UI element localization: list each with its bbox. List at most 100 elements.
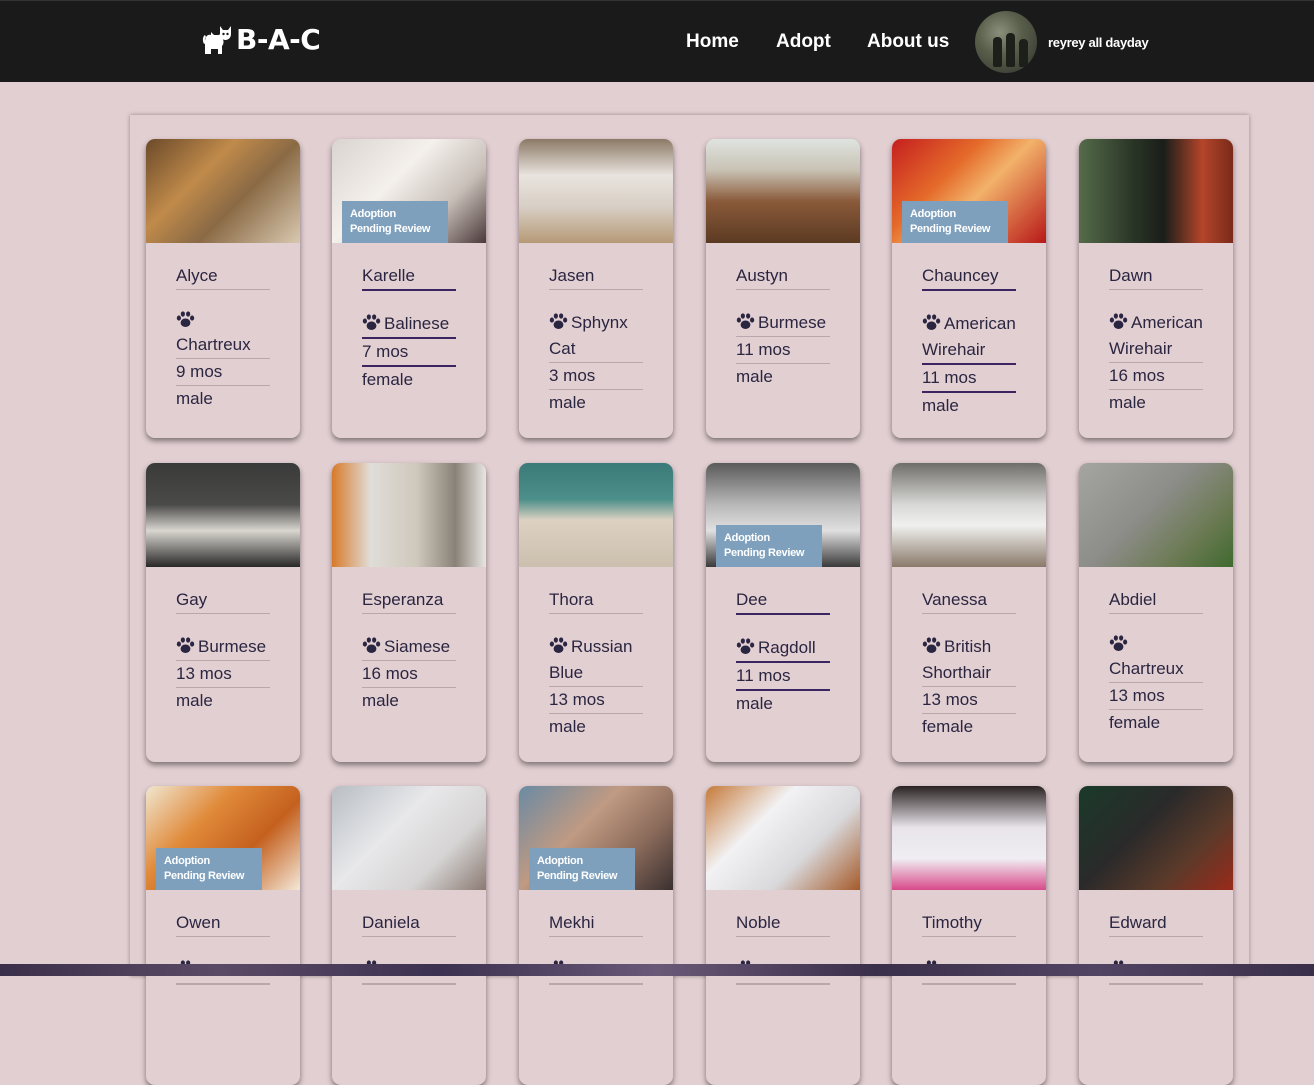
cat-card[interactable]: Edward <box>1079 786 1233 1085</box>
paw-icon <box>736 637 755 655</box>
cat-photo: Adoption Pending Review <box>332 139 486 243</box>
cat-card[interactable]: Daniela <box>332 786 486 1085</box>
cat-age: 16 mos <box>1109 363 1203 390</box>
badge-line-1: Adoption <box>350 208 396 220</box>
cat-age: 11 mos <box>736 337 830 364</box>
cat-name[interactable]: Karelle <box>362 263 456 291</box>
cat-name[interactable]: Alyce <box>176 263 270 290</box>
cat-age <box>549 984 643 985</box>
cat-name[interactable]: Edward <box>1109 910 1203 937</box>
cat-card[interactable]: Abdiel Chartreux 13 mos female <box>1079 463 1233 762</box>
paw-icon <box>922 313 941 331</box>
badge-line-1: Adoption <box>910 208 956 220</box>
cat-info: Gay Burmese 13 mos male <box>176 587 270 714</box>
cat-breed-text: Burmese <box>198 637 267 656</box>
badge-line-2: Pending Review <box>537 870 618 882</box>
cat-card[interactable]: Alyce Chartreux 9 mos male <box>146 139 300 438</box>
cat-card[interactable]: Esperanza Siamese 16 mos male <box>332 463 486 762</box>
cat-age: 13 mos <box>549 687 643 714</box>
cat-name[interactable]: Austyn <box>736 263 830 290</box>
badge-line-2: Pending Review <box>910 223 991 235</box>
adoption-pending-badge: Adoption Pending Review <box>902 201 1008 243</box>
cat-name[interactable]: Vanessa <box>922 587 1016 614</box>
badge-line-2: Pending Review <box>164 870 245 882</box>
cat-age: 13 mos <box>1109 683 1203 710</box>
cat-card[interactable]: Jasen Sphynx Cat 3 mos male <box>519 139 673 438</box>
cat-photo <box>519 139 673 243</box>
cat-sex: female <box>922 717 974 736</box>
nav-adopt-link[interactable]: Adopt <box>776 31 831 53</box>
badge-line-1: Adoption <box>724 532 770 544</box>
cat-sex: male <box>549 393 586 412</box>
cat-photo <box>892 786 1046 890</box>
cat-card[interactable]: Dawn American Wirehair 16 mos male <box>1079 139 1233 438</box>
cat-photo <box>1079 786 1233 890</box>
paw-icon <box>736 312 755 330</box>
cat-name[interactable]: Thora <box>549 587 643 614</box>
cat-photo <box>332 463 486 567</box>
adoption-pending-badge: Adoption Pending Review <box>716 525 822 567</box>
cat-card[interactable]: Vanessa British Shorthair 13 mos female <box>892 463 1046 762</box>
cat-name[interactable]: Gay <box>176 587 270 614</box>
cat-age: 16 mos <box>362 661 456 688</box>
cat-name[interactable]: Esperanza <box>362 587 456 614</box>
cat-age <box>922 984 1016 985</box>
cat-breed: Burmese <box>176 634 270 661</box>
cat-sex: male <box>922 396 959 415</box>
cat-card[interactable]: Adoption Pending Review Dee Ragdoll 11 mos ma… <box>706 463 860 762</box>
cat-photo <box>706 139 860 243</box>
cat-photo: Adoption Pending Review <box>706 463 860 567</box>
nav-about-link[interactable]: About us <box>867 31 949 53</box>
cat-age <box>176 984 270 985</box>
cat-name[interactable]: Dawn <box>1109 263 1203 290</box>
cat-photo: Adoption Pending Review <box>146 786 300 890</box>
brand-logo[interactable]: B-A-C <box>202 23 321 56</box>
cat-photo <box>519 463 673 567</box>
cat-info: Jasen Sphynx Cat 3 mos male <box>549 263 643 416</box>
badge-line-1: Adoption <box>164 855 210 867</box>
user-avatar[interactable] <box>975 11 1037 73</box>
cat-card[interactable]: Noble <box>706 786 860 1085</box>
cat-name[interactable]: Daniela <box>362 910 456 937</box>
cat-info: Alyce Chartreux 9 mos male <box>176 263 270 412</box>
cat-name[interactable]: Chauncey <box>922 263 1016 291</box>
cat-card[interactable]: Austyn Burmese 11 mos male <box>706 139 860 438</box>
cat-name[interactable]: Mekhi <box>549 910 643 937</box>
cat-card[interactable]: Adoption Pending Review Karelle Balinese 7 m… <box>332 139 486 438</box>
cat-name[interactable]: Dee <box>736 587 830 615</box>
user-name[interactable]: reyrey all dayday <box>1048 35 1149 50</box>
cat-breed: Russian Blue <box>549 634 643 687</box>
cat-photo <box>146 139 300 243</box>
cat-name[interactable]: Abdiel <box>1109 587 1203 614</box>
cat-name[interactable]: Noble <box>736 910 830 937</box>
cat-age <box>1109 984 1203 985</box>
cat-card[interactable]: Adoption Pending Review Chauncey American W… <box>892 139 1046 438</box>
cat-info: Dee Ragdoll 11 mos male <box>736 587 830 717</box>
cat-photo <box>892 463 1046 567</box>
cat-age: 13 mos <box>176 661 270 688</box>
cat-sex: female <box>362 370 414 389</box>
cat-age: 11 mos <box>922 365 1016 393</box>
cat-card[interactable]: Gay Burmese 13 mos male <box>146 463 300 762</box>
cat-breed: Sphynx Cat <box>549 310 643 363</box>
cat-card[interactable]: Adoption Pending Review Mekhi <box>519 786 673 1085</box>
cat-card[interactable]: Thora Russian Blue 13 mos male <box>519 463 673 762</box>
cat-grid-panel: Alyce Chartreux 9 mos male Adoption Pending R… <box>130 115 1249 1085</box>
bottom-background-strip <box>0 964 1314 976</box>
cat-photo: Adoption Pending Review <box>892 139 1046 243</box>
cat-card[interactable]: Timothy <box>892 786 1046 1085</box>
nav-home-link[interactable]: Home <box>686 31 739 53</box>
cat-name[interactable]: Timothy <box>922 910 1016 937</box>
cat-name[interactable]: Owen <box>176 910 270 937</box>
cat-info: Austyn Burmese 11 mos male <box>736 263 830 390</box>
cat-breed: Siamese <box>362 634 456 661</box>
cat-breed-text: Chartreux <box>1109 659 1184 678</box>
cat-breed: Balinese <box>362 311 456 339</box>
cat-age: 3 mos <box>549 363 643 390</box>
paw-icon <box>362 636 381 654</box>
cat-sex: male <box>1109 393 1146 412</box>
badge-line-2: Pending Review <box>724 547 805 559</box>
paw-icon <box>176 636 195 654</box>
cat-name[interactable]: Jasen <box>549 263 643 290</box>
cat-card[interactable]: Adoption Pending Review Owen <box>146 786 300 1085</box>
